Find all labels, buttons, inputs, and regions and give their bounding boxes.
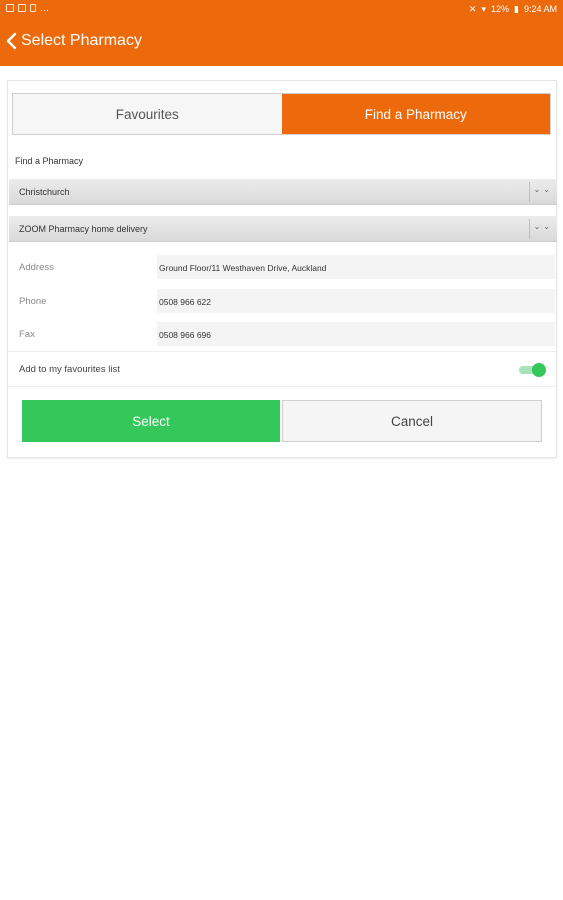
image-icon: [18, 4, 26, 12]
address-row: Address Ground Floor/11 Westhaven Drive,…: [8, 252, 556, 282]
dropdown-divider: [529, 219, 530, 239]
chevron-down-icon: ⌄⌄: [533, 222, 553, 231]
chevron-left-icon: [6, 32, 17, 50]
fax-label: Fax: [19, 329, 35, 340]
pharmacy-card: Favourites Find a Pharmacy Find a Pharma…: [7, 80, 557, 458]
pharmacy-dropdown[interactable]: ZOOM Pharmacy home delivery ⌄⌄: [9, 216, 557, 242]
document-icon: [30, 4, 36, 12]
status-bar: … ✕ ▾ 12% ▮ 9:24 AM: [0, 0, 563, 20]
favourites-row: Add to my favourites list: [8, 351, 556, 387]
phone-label: Phone: [19, 296, 47, 307]
phone-value: 0508 966 622: [157, 289, 555, 313]
dropdown-divider: [529, 182, 530, 202]
section-title: Find a Pharmacy: [15, 156, 84, 166]
select-button[interactable]: Select: [22, 400, 280, 442]
system-icons: ✕ ▾ 12% ▮ 9:24 AM: [469, 3, 557, 15]
mute-icon: ✕: [468, 4, 477, 14]
more-notifications-icon: …: [40, 3, 50, 13]
chevron-down-icon: ⌄⌄: [533, 185, 553, 194]
back-button[interactable]: [5, 30, 21, 52]
tab-find-a-pharmacy[interactable]: Find a Pharmacy: [281, 94, 550, 134]
favourites-toggle[interactable]: [519, 363, 546, 377]
cancel-button[interactable]: Cancel: [282, 400, 542, 442]
address-value: Ground Floor/11 Westhaven Drive, Aucklan…: [157, 255, 555, 279]
pharmacy-dropdown-value: ZOOM Pharmacy home delivery: [19, 224, 148, 234]
app-bar: Select Pharmacy: [0, 20, 563, 66]
clock: 9:24 AM: [523, 4, 557, 14]
tab-favourites[interactable]: Favourites: [13, 94, 282, 134]
fax-value: 0508 966 696: [157, 322, 555, 346]
fax-row: Fax 0508 966 696: [8, 319, 556, 349]
city-dropdown[interactable]: Christchurch ⌄⌄: [9, 179, 557, 205]
page-title: Select Pharmacy: [21, 32, 142, 49]
battery-icon: ▮: [514, 4, 519, 14]
battery-percent: 12%: [491, 4, 510, 14]
tab-bar: Favourites Find a Pharmacy: [12, 93, 551, 135]
address-label: Address: [19, 262, 54, 273]
notification-icon: [6, 4, 14, 12]
phone-row: Phone 0508 966 622: [8, 286, 556, 316]
city-dropdown-value: Christchurch: [19, 187, 70, 197]
toggle-thumb: [532, 363, 546, 377]
notification-icons: …: [6, 3, 50, 13]
wifi-icon: ▾: [481, 4, 486, 14]
favourites-toggle-label: Add to my favourites list: [19, 364, 120, 375]
